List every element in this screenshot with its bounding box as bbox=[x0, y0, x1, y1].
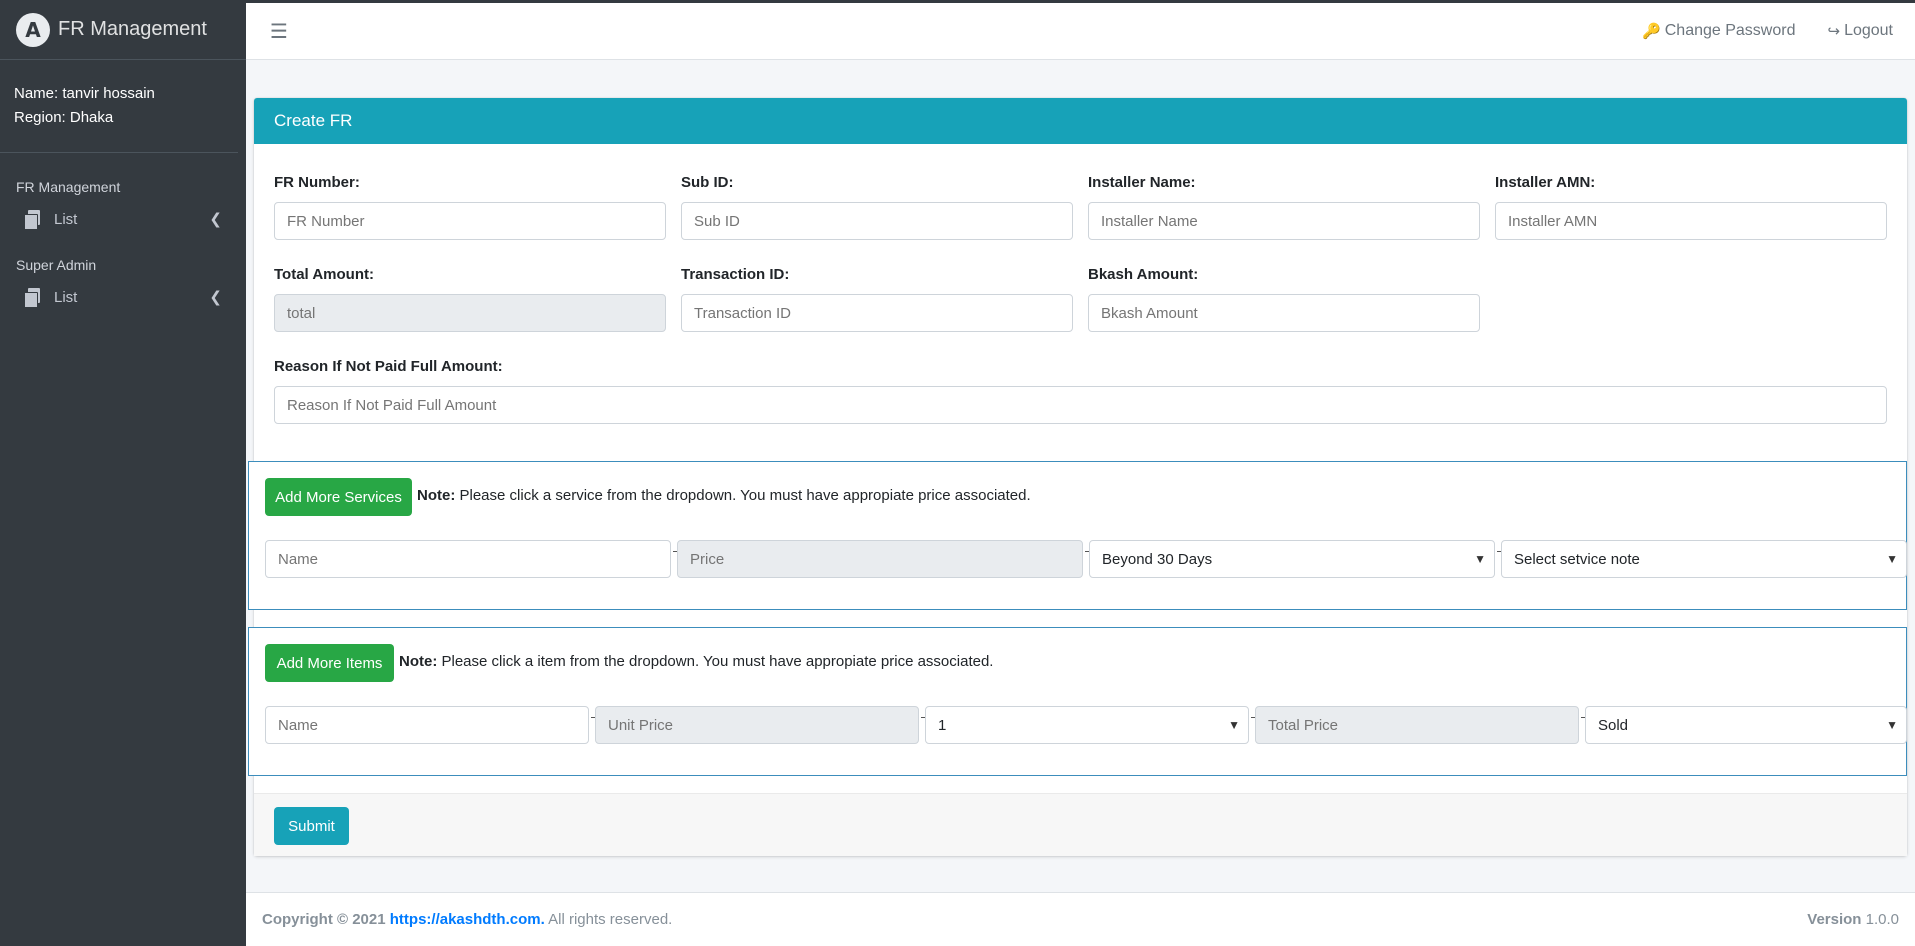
item-status-value: Sold bbox=[1598, 716, 1629, 734]
reason-input[interactable]: Reason If Not Paid Full Amount bbox=[274, 386, 1887, 424]
card-footer: Submit bbox=[254, 793, 1907, 856]
service-duration-value: Beyond 30 Days bbox=[1102, 550, 1213, 568]
add-more-items-button[interactable]: Add More Items bbox=[265, 644, 394, 682]
fr-number-input[interactable]: FR Number bbox=[274, 202, 666, 240]
item-name-input[interactable]: Name bbox=[265, 706, 589, 744]
service-name-input[interactable]: Name bbox=[265, 540, 671, 578]
create-fr-card: Create FR FR Number: FR Number Sub ID: S… bbox=[248, 98, 1907, 856]
sidebar-item-fr-list[interactable]: List ❮ bbox=[0, 199, 246, 239]
copy-icon bbox=[24, 210, 42, 230]
sign-out-icon: ↪ bbox=[1827, 23, 1841, 40]
top-navbar: ☰ 🔑 Change Password ↪ Logout bbox=[246, 3, 1915, 60]
copy-icon bbox=[24, 288, 42, 308]
service-price-input: Price bbox=[677, 540, 1083, 578]
sidebar-item-label: List bbox=[54, 210, 78, 228]
version-label: Version bbox=[1807, 911, 1862, 928]
sub-id-label: Sub ID: bbox=[681, 174, 734, 191]
installer-amn-label: Installer AMN: bbox=[1495, 174, 1596, 191]
item-quantity-select[interactable]: 1 ▼ bbox=[925, 706, 1249, 744]
top-border bbox=[0, 0, 1915, 3]
item-unit-price-input: Unit Price bbox=[595, 706, 919, 744]
service-duration-select[interactable]: Beyond 30 Days ▼ bbox=[1089, 540, 1495, 578]
nav-header-super-admin: Super Admin bbox=[16, 257, 97, 273]
copyright-text: Copyright © 2021 bbox=[262, 911, 390, 928]
transaction-id-input[interactable]: Transaction ID bbox=[681, 294, 1073, 332]
chevron-left-icon: ❮ bbox=[209, 289, 222, 306]
services-note-bold: Note: bbox=[417, 487, 456, 504]
items-note: Note: Please click a item from the dropd… bbox=[399, 653, 993, 670]
brand-logo-icon: A bbox=[16, 12, 50, 47]
user-name: Name: tanvir hossain bbox=[14, 85, 155, 102]
installer-name-label: Installer Name: bbox=[1088, 174, 1196, 191]
user-panel: Name: tanvir hossain Region: Dhaka bbox=[0, 60, 238, 153]
item-status-select[interactable]: Sold ▼ bbox=[1585, 706, 1907, 744]
chevron-left-icon: ❮ bbox=[209, 211, 222, 228]
sidebar: A FR Management Name: tanvir hossain Reg… bbox=[0, 0, 246, 946]
services-group: Add More Services Note: Please click a s… bbox=[248, 461, 1907, 610]
chevron-down-icon: ▼ bbox=[1886, 718, 1898, 732]
items-note-bold: Note: bbox=[399, 653, 438, 670]
sub-id-input[interactable]: Sub ID bbox=[681, 202, 1073, 240]
brand[interactable]: A FR Management bbox=[0, 0, 246, 60]
navbar-right: 🔑 Change Password ↪ Logout bbox=[1610, 22, 1893, 40]
change-password-label: Change Password bbox=[1664, 22, 1796, 39]
brand-title: FR Management bbox=[58, 18, 207, 40]
rights-text: All rights reserved. bbox=[544, 911, 673, 928]
site-link[interactable]: https://akashdth.com. bbox=[390, 911, 545, 928]
items-group: Add More Items Note: Please click a item… bbox=[248, 627, 1907, 776]
items-note-text: Please click a item from the dropdown. Y… bbox=[437, 653, 994, 670]
installer-amn-input[interactable]: Installer AMN bbox=[1495, 202, 1887, 240]
nav-header-fr-management: FR Management bbox=[16, 179, 121, 195]
card-title: Create FR bbox=[254, 98, 1907, 144]
services-note-text: Please click a service from the dropdown… bbox=[455, 487, 1031, 504]
copyright: Copyright © 2021 https://akashdth.com. A… bbox=[262, 911, 672, 928]
sidebar-item-label: List bbox=[54, 288, 78, 306]
item-quantity-value: 1 bbox=[938, 716, 947, 734]
total-amount-input: total bbox=[274, 294, 666, 332]
fr-number-label: FR Number: bbox=[274, 174, 360, 191]
add-more-services-button[interactable]: Add More Services bbox=[265, 478, 412, 516]
chevron-down-icon: ▼ bbox=[1228, 718, 1240, 732]
key-icon: 🔑 bbox=[1642, 23, 1661, 40]
brand-logo-letter: A bbox=[25, 17, 41, 42]
bkash-amount-input[interactable]: Bkash Amount bbox=[1088, 294, 1480, 332]
submit-button[interactable]: Submit bbox=[274, 807, 349, 845]
chevron-down-icon: ▼ bbox=[1474, 552, 1486, 566]
service-note-value: Select setvice note bbox=[1514, 550, 1640, 568]
bkash-amount-label: Bkash Amount: bbox=[1088, 266, 1199, 283]
version-info: Version 1.0.0 bbox=[1807, 911, 1899, 928]
item-total-price-input: Total Price bbox=[1255, 706, 1579, 744]
total-amount-label: Total Amount: bbox=[274, 266, 374, 283]
logout-label: Logout bbox=[1844, 22, 1893, 39]
services-note: Note: Please click a service from the dr… bbox=[417, 487, 1031, 504]
version-number: 1.0.0 bbox=[1861, 911, 1899, 928]
service-note-select[interactable]: Select setvice note ▼ bbox=[1501, 540, 1907, 578]
change-password-link[interactable]: 🔑 Change Password bbox=[1642, 22, 1795, 40]
logout-link[interactable]: ↪ Logout bbox=[1827, 22, 1893, 40]
page-footer: Copyright © 2021 https://akashdth.com. A… bbox=[246, 892, 1915, 946]
reason-label: Reason If Not Paid Full Amount: bbox=[274, 358, 503, 375]
sidebar-item-admin-list[interactable]: List ❮ bbox=[0, 277, 246, 317]
user-region: Region: Dhaka bbox=[14, 109, 114, 126]
installer-name-input[interactable]: Installer Name bbox=[1088, 202, 1480, 240]
transaction-id-label: Transaction ID: bbox=[681, 266, 790, 283]
menu-icon[interactable]: ☰ bbox=[270, 19, 288, 44]
chevron-down-icon: ▼ bbox=[1886, 552, 1898, 566]
